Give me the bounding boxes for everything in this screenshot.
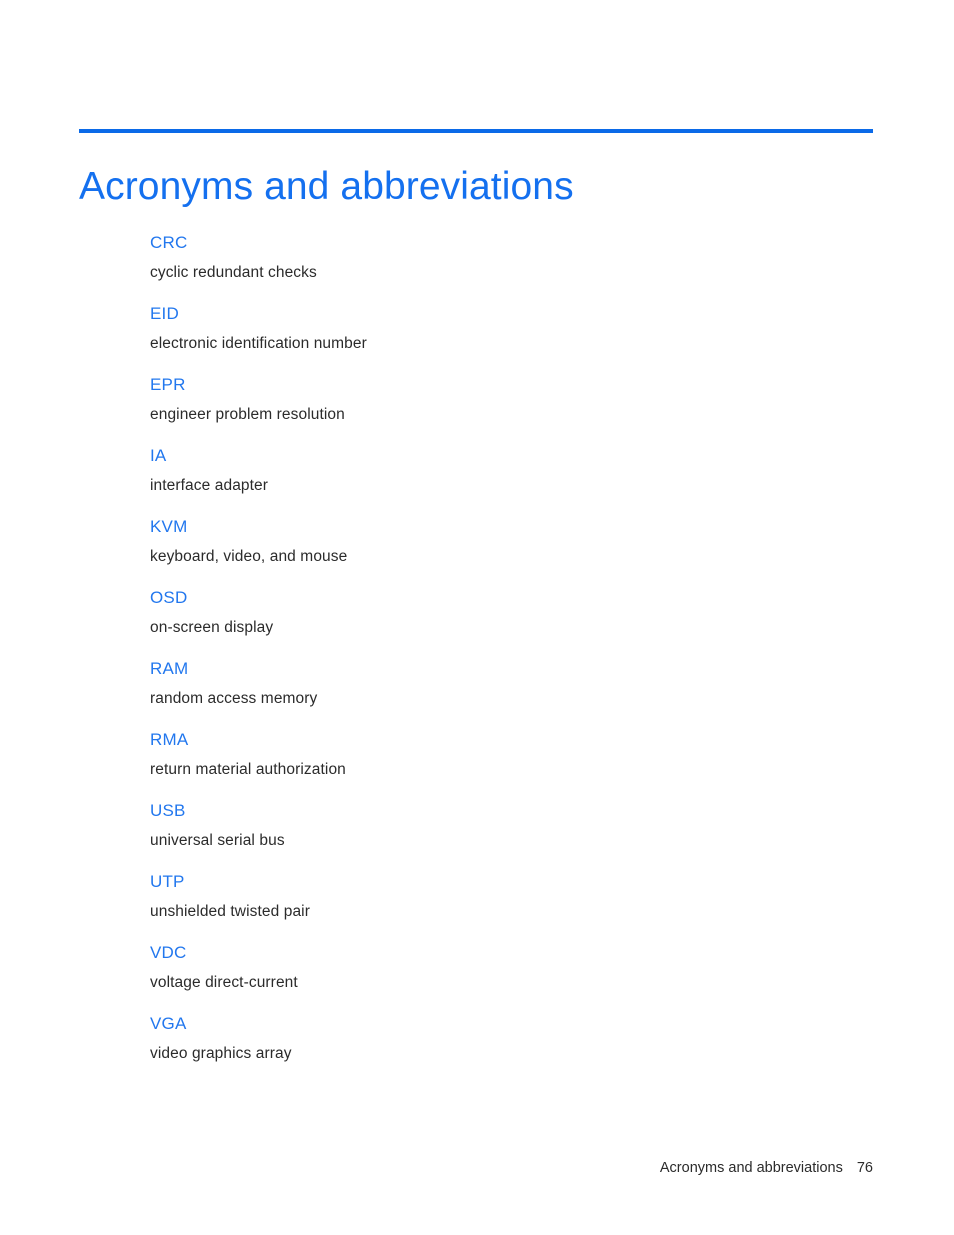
glossary-term: OSD bbox=[150, 588, 188, 607]
glossary-entry: USB universal serial bus bbox=[150, 800, 874, 871]
document-page: Acronyms and abbreviations CRC cyclic red… bbox=[0, 0, 954, 1235]
glossary-entry: VDC voltage direct-current bbox=[150, 942, 874, 1013]
glossary-term: EID bbox=[150, 304, 179, 323]
glossary-term: USB bbox=[150, 801, 186, 820]
glossary-definition: keyboard, video, and mouse bbox=[150, 548, 348, 565]
glossary-term: IA bbox=[150, 446, 167, 465]
glossary-term: EPR bbox=[150, 375, 186, 394]
glossary-definition: return material authorization bbox=[150, 761, 346, 778]
glossary-term: UTP bbox=[150, 872, 185, 891]
glossary-entry: OSD on-screen display bbox=[150, 587, 874, 658]
glossary-term: VDC bbox=[150, 943, 187, 962]
glossary-definition: interface adapter bbox=[150, 477, 269, 494]
glossary-term: RAM bbox=[150, 659, 189, 678]
footer-page-number: 76 bbox=[856, 1160, 873, 1176]
glossary-definition: cyclic redundant checks bbox=[150, 264, 317, 281]
glossary-entry: RAM random access memory bbox=[150, 658, 874, 729]
glossary-definition: video graphics array bbox=[150, 1045, 292, 1062]
glossary-definition: universal serial bus bbox=[150, 832, 285, 849]
glossary-list: CRC cyclic redundant checks EID electronic … bbox=[150, 232, 874, 1084]
glossary-entry: IA interface adapter bbox=[150, 445, 874, 516]
footer-section-label: Acronyms and abbreviations bbox=[659, 1160, 843, 1176]
glossary-definition: unshielded twisted pair bbox=[150, 903, 310, 920]
glossary-definition: on-screen display bbox=[150, 619, 274, 636]
glossary-entry: KVM keyboard, video, and mouse bbox=[150, 516, 874, 587]
glossary-definition: voltage direct-current bbox=[150, 974, 298, 991]
glossary-term: KVM bbox=[150, 517, 188, 536]
glossary-entry: VGA video graphics array bbox=[150, 1013, 874, 1084]
glossary-definition: electronic identification number bbox=[150, 335, 367, 352]
glossary-entry: EID electronic identification number bbox=[150, 303, 874, 374]
page-title: Acronyms and abbreviations bbox=[79, 165, 574, 209]
page-footer: Acronyms and abbreviations 76 bbox=[79, 1158, 873, 1178]
glossary-entry: UTP unshielded twisted pair bbox=[150, 871, 874, 942]
glossary-term: RMA bbox=[150, 730, 189, 749]
glossary-term: CRC bbox=[150, 233, 188, 252]
glossary-term: VGA bbox=[150, 1014, 187, 1033]
glossary-definition: random access memory bbox=[150, 690, 318, 707]
glossary-entry: RMA return material authorization bbox=[150, 729, 874, 800]
glossary-definition: engineer problem resolution bbox=[150, 406, 345, 423]
glossary-entry: CRC cyclic redundant checks bbox=[150, 232, 874, 303]
glossary-entry: EPR engineer problem resolution bbox=[150, 374, 874, 445]
title-rule bbox=[79, 129, 873, 133]
